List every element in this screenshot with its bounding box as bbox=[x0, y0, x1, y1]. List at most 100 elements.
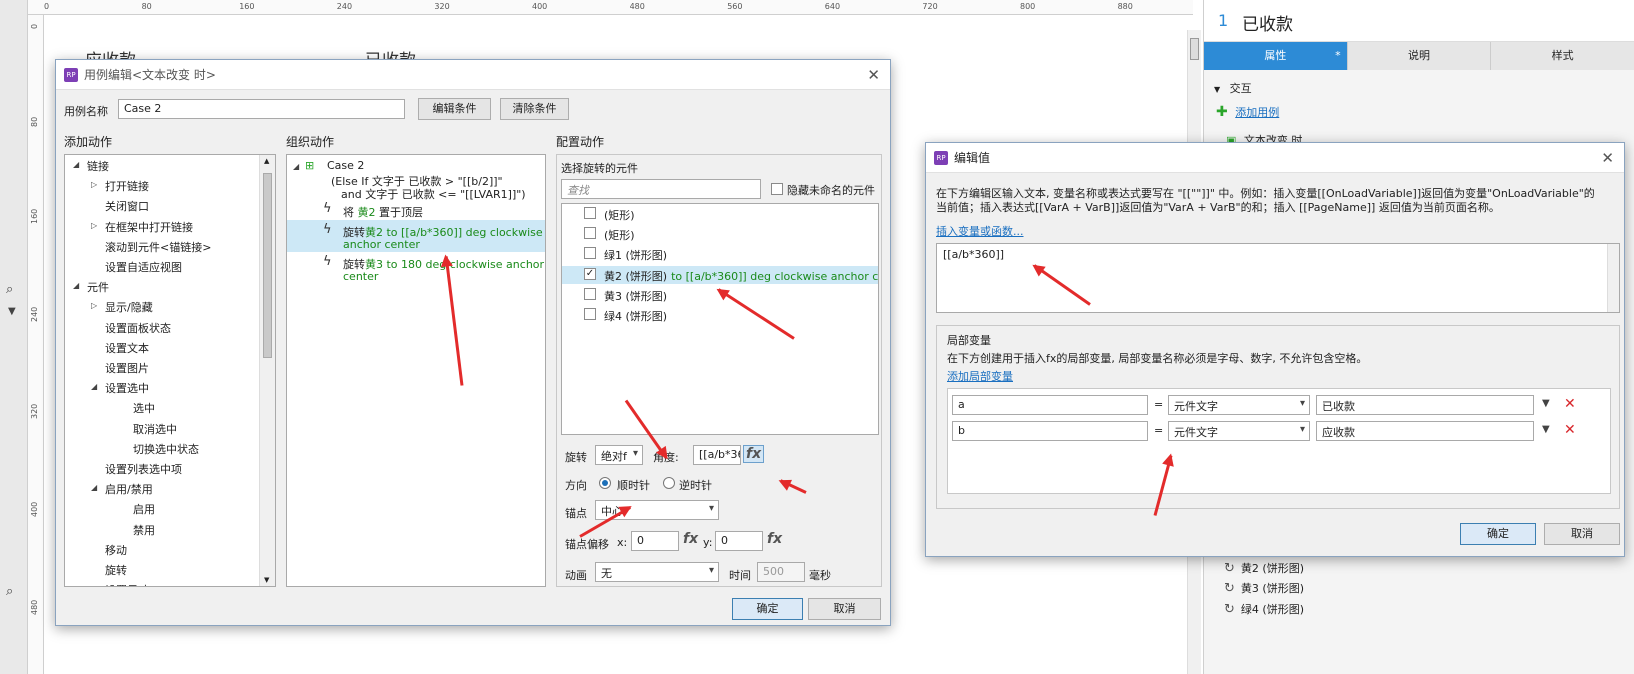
action-tree-item[interactable]: 打开链接 bbox=[105, 178, 149, 194]
action-tree-item[interactable]: 设置列表选中项 bbox=[105, 461, 182, 477]
widget-list-item[interactable]: 黄3 (饼形图) bbox=[604, 288, 667, 304]
clockwise-radio[interactable] bbox=[599, 477, 611, 489]
local-variable-name-input[interactable]: b bbox=[952, 421, 1148, 441]
widget-list-item[interactable]: 黄2 (饼形图) to [[a/b*360]] deg clockwise anc… bbox=[604, 268, 878, 284]
edit-condition-button[interactable]: 编辑条件 bbox=[418, 98, 491, 120]
case-cancel-button[interactable]: 取消 bbox=[808, 598, 881, 620]
widget-checkbox[interactable] bbox=[584, 207, 596, 219]
action-tree-item[interactable]: 设置尺寸 bbox=[105, 582, 149, 586]
hide-unnamed-checkbox[interactable] bbox=[771, 183, 783, 195]
case-editor-titlebar[interactable]: RP 用例编辑<文本改变 时> bbox=[56, 60, 890, 90]
horizontal-ruler: 0 80 160 240 320 400 480 560 640 720 800 880 bbox=[28, 0, 1193, 15]
widget-checkbox[interactable] bbox=[584, 308, 596, 320]
action-tree-item[interactable]: 取消选中 bbox=[133, 421, 177, 437]
delete-icon[interactable]: ✕ bbox=[1564, 396, 1576, 412]
tab-notes[interactable]: 说明 bbox=[1347, 42, 1492, 70]
close-icon[interactable]: ✕ bbox=[867, 66, 880, 84]
counterclockwise-radio[interactable] bbox=[663, 477, 675, 489]
scroll-down-icon[interactable]: ▼ bbox=[264, 576, 269, 584]
widget-checkbox[interactable] bbox=[584, 227, 596, 240]
local-variable-widget-input[interactable]: 已收款 bbox=[1316, 395, 1534, 415]
add-local-variable-link[interactable]: 添加局部变量 bbox=[947, 368, 1013, 384]
action-tree-item[interactable]: 设置自适应视图 bbox=[105, 259, 182, 275]
action-tree-scrollbar[interactable]: ▲ ▼ bbox=[259, 155, 275, 586]
action-tree-item[interactable]: 设置图片 bbox=[105, 360, 149, 376]
action-tree-item[interactable]: 启用 bbox=[133, 501, 155, 517]
expression-editor[interactable]: [[a/b*360]] bbox=[936, 243, 1620, 313]
clear-condition-button[interactable]: 清除条件 bbox=[500, 98, 569, 120]
case-name-input[interactable]: Case 2 bbox=[118, 99, 405, 119]
section-interactions[interactable]: ▼ 交互 bbox=[1214, 80, 1252, 96]
widget-search-input[interactable]: 查找 bbox=[561, 179, 761, 199]
ruler-tick-label: 480 bbox=[30, 599, 39, 615]
delete-icon[interactable]: ✕ bbox=[1564, 422, 1576, 438]
expand-icon[interactable]: ▷ bbox=[91, 180, 97, 189]
insert-variable-link[interactable]: 插入变量或函数... bbox=[936, 223, 1024, 239]
action-tree-item[interactable]: 在框架中打开链接 bbox=[105, 219, 193, 235]
add-case-link[interactable]: ✚ 添加用例 bbox=[1216, 104, 1279, 120]
action-tree-item[interactable]: 链接 bbox=[87, 158, 109, 174]
collapse-icon[interactable]: ◢ bbox=[73, 160, 79, 169]
local-variable-name-input[interactable]: a bbox=[952, 395, 1148, 415]
equals-sign: = bbox=[1154, 424, 1164, 437]
expand-icon[interactable]: ▷ bbox=[91, 301, 97, 310]
rotate-target-item[interactable]: ↻ 黄2 (饼形图) bbox=[1224, 560, 1304, 576]
tab-properties[interactable]: 属性 * bbox=[1204, 42, 1348, 70]
widget-checkbox[interactable] bbox=[584, 247, 596, 260]
fx-button-angle[interactable]: fx bbox=[743, 445, 765, 463]
fx-button-y[interactable]: fx bbox=[767, 531, 782, 547]
action-tree-item[interactable]: 移动 bbox=[105, 542, 127, 558]
collapse-icon[interactable]: ◢ bbox=[91, 382, 97, 391]
action-tree-item[interactable]: 旋转 bbox=[105, 562, 127, 578]
close-icon[interactable]: ✕ bbox=[1601, 149, 1614, 167]
dropdown-icon[interactable]: ▼ bbox=[8, 306, 16, 317]
offset-x-input[interactable]: 0 bbox=[631, 531, 679, 551]
scroll-up-icon[interactable]: ▲ bbox=[264, 157, 269, 165]
edit-value-dialog: RP 编辑值 ✕ 在下方编辑区输入文本, 变量名称或表达式要写在 "[[""]]… bbox=[925, 142, 1625, 557]
chevron-down-icon[interactable]: ▼ bbox=[1542, 398, 1550, 409]
zoom-icon-2[interactable]: ⌕ bbox=[6, 584, 13, 599]
widget-list-item[interactable]: (矩形) bbox=[604, 207, 635, 223]
collapse-icon[interactable]: ◢ bbox=[73, 281, 79, 290]
widget-checkbox[interactable]: ✓ bbox=[584, 267, 596, 280]
action-tree-item[interactable]: 选中 bbox=[133, 400, 155, 416]
ruler-tick-label: 640 bbox=[824, 2, 841, 11]
widget-list-item[interactable]: (矩形) bbox=[604, 227, 635, 243]
zoom-icon[interactable]: ⌕ bbox=[6, 282, 13, 297]
angle-input[interactable]: [[a/b*360 bbox=[693, 445, 741, 465]
widget-name[interactable]: 已收款 bbox=[1242, 10, 1293, 35]
time-input[interactable]: 500 bbox=[757, 562, 805, 582]
case-ok-button[interactable]: 确定 bbox=[732, 598, 803, 620]
action-tree-item[interactable]: 显示/隐藏 bbox=[105, 299, 153, 315]
rotate-target-item[interactable]: ↻ 黄3 (饼形图) bbox=[1224, 580, 1304, 596]
action-bring-to-front[interactable]: 将 黄2 置于顶层 bbox=[343, 204, 423, 220]
widget-list-item[interactable]: 绿1 (饼形图) bbox=[604, 247, 667, 263]
action-tree-item[interactable]: 关闭窗口 bbox=[105, 198, 149, 214]
action-tree-item[interactable]: 启用/禁用 bbox=[105, 481, 153, 497]
action-tree-item[interactable]: 元件 bbox=[87, 279, 109, 295]
widget-list-item[interactable]: 绿4 (饼形图) bbox=[604, 308, 667, 324]
action-tree-item[interactable]: 设置文本 bbox=[105, 340, 149, 356]
collapse-icon[interactable]: ◢ bbox=[91, 483, 97, 492]
animation-select[interactable]: 无 bbox=[595, 562, 719, 582]
fx-button-x[interactable]: fx bbox=[683, 531, 698, 547]
case-item[interactable]: Case 2 bbox=[327, 159, 364, 172]
action-tree-item[interactable]: 设置面板状态 bbox=[105, 320, 171, 336]
rotate-mode-select[interactable]: 绝对f bbox=[595, 445, 643, 465]
rotate-target-item[interactable]: ↻ 绿4 (饼形图) bbox=[1224, 601, 1304, 617]
local-variable-type-select[interactable]: 元件文字 bbox=[1168, 395, 1310, 415]
action-tree-item[interactable]: 滚动到元件<锚链接> bbox=[105, 239, 211, 255]
action-tree-item[interactable]: 禁用 bbox=[133, 522, 155, 538]
value-cancel-button[interactable]: 取消 bbox=[1544, 523, 1620, 545]
local-variable-type-select[interactable]: 元件文字 bbox=[1168, 421, 1310, 441]
action-tree-item[interactable]: 切换选中状态 bbox=[133, 441, 199, 457]
edit-value-titlebar[interactable]: RP 编辑值 bbox=[926, 143, 1624, 173]
local-variable-widget-input[interactable]: 应收款 bbox=[1316, 421, 1534, 441]
value-ok-button[interactable]: 确定 bbox=[1460, 523, 1536, 545]
action-tree-item[interactable]: 设置选中 bbox=[105, 380, 149, 396]
chevron-down-icon[interactable]: ▼ bbox=[1542, 424, 1550, 435]
expand-icon[interactable]: ▷ bbox=[91, 221, 97, 230]
widget-checkbox[interactable] bbox=[584, 287, 596, 300]
tab-style[interactable]: 样式 bbox=[1491, 42, 1634, 70]
offset-y-input[interactable]: 0 bbox=[715, 531, 763, 551]
